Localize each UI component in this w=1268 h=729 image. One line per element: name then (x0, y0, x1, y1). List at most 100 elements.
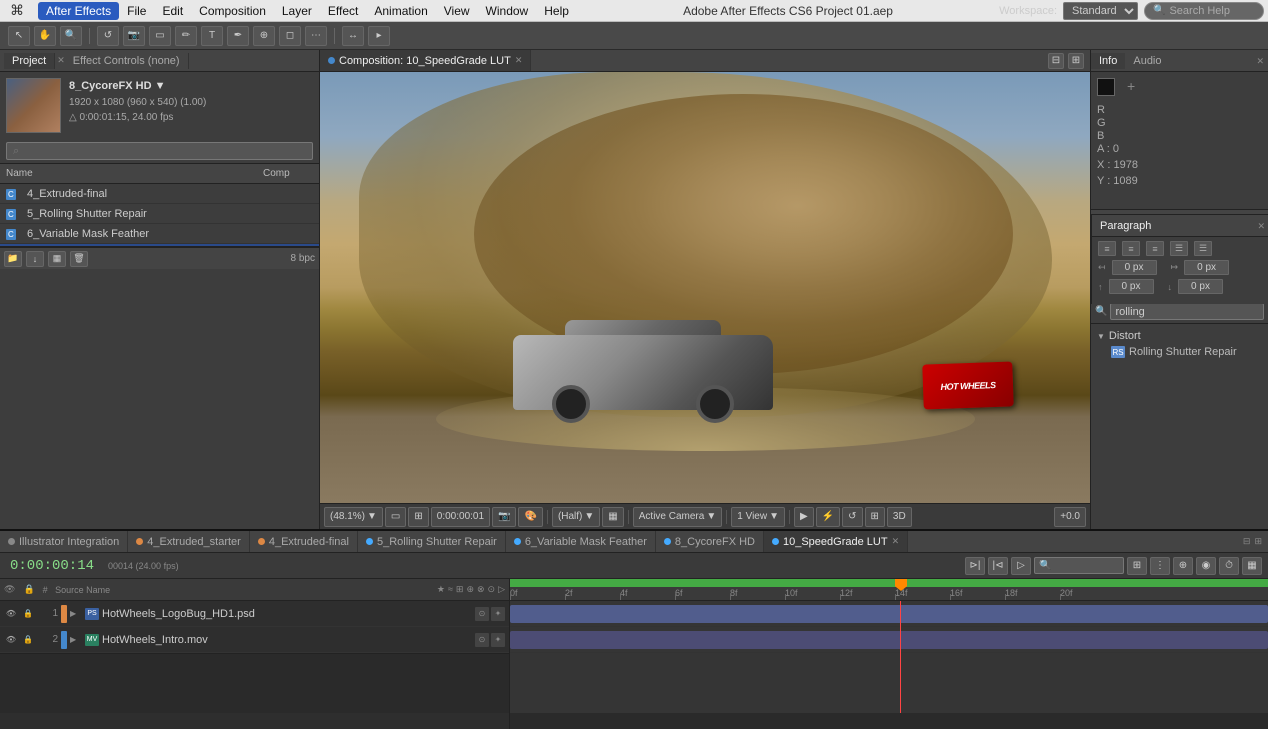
layer-solo[interactable]: ⊙ (475, 633, 489, 647)
vc-region-btn[interactable]: ▭ (385, 507, 406, 527)
menu-animation[interactable]: Animation (366, 2, 435, 20)
viewer-collapse-btn[interactable]: ⊟ (1048, 53, 1064, 69)
vc-timecode[interactable]: 0:00:00:01 (431, 507, 490, 527)
tab-effect-controls[interactable]: Effect Controls (none) (65, 53, 189, 69)
tool-brush[interactable]: ✒ (227, 26, 249, 46)
tl-btn-5[interactable]: ⋮ (1150, 557, 1170, 575)
tl-layer-search[interactable] (1034, 557, 1124, 574)
info-panel-close[interactable]: ✕ (1256, 56, 1264, 66)
para-align-left[interactable]: ≡ (1098, 241, 1116, 256)
menu-effect[interactable]: Effect (320, 2, 366, 20)
tab-info[interactable]: Info (1091, 53, 1125, 69)
timeline-tab[interactable]: 10_SpeedGrade LUT ✕ (764, 531, 908, 552)
delete-btn[interactable]: 🗑 (70, 251, 88, 267)
project-search-input[interactable] (6, 142, 313, 160)
vc-checkerboard[interactable]: ▦ (602, 507, 623, 527)
tool-eraser[interactable]: ◻ (279, 26, 301, 46)
timeline-tab[interactable]: 5_Rolling Shutter Repair (358, 531, 506, 552)
tool-camera[interactable]: 📷 (123, 26, 145, 46)
layer-visibility[interactable]: 👁 (4, 607, 18, 621)
para-space-before[interactable] (1109, 279, 1154, 294)
timeline-tab[interactable]: 4_Extruded-final (250, 531, 358, 552)
tab-project[interactable]: Project (4, 53, 55, 69)
tl-btn-2[interactable]: |⊲ (988, 557, 1008, 575)
para-align-right[interactable]: ≡ (1146, 241, 1164, 256)
vc-quality[interactable]: (Half) ▼ (552, 507, 600, 527)
vc-grid-btn[interactable]: ⊞ (408, 507, 428, 527)
para-justify[interactable]: ☰ (1170, 241, 1188, 256)
layer-switch[interactable]: ✦ (491, 607, 505, 621)
menu-composition[interactable]: Composition (191, 2, 274, 20)
timeline-tab[interactable]: 6_Variable Mask Feather (506, 531, 656, 552)
tl-btn-4[interactable]: ⊞ (1127, 557, 1147, 575)
layer-expand-btn[interactable]: ▶ (70, 635, 82, 644)
layer-solo[interactable]: ⊙ (475, 607, 489, 621)
layer-row[interactable]: 👁 🔒 2 ▶ MV HotWheels_Intro.mov ⊙ ✦ (0, 627, 509, 653)
new-folder-btn[interactable]: 📁 (4, 251, 22, 267)
vc-active-camera[interactable]: Active Camera ▼ (633, 507, 722, 527)
menu-view[interactable]: View (436, 2, 478, 20)
effects-distort-category[interactable]: ▼ Distort (1091, 328, 1268, 344)
tl-btn-8[interactable]: ⏱ (1219, 557, 1239, 575)
file-item[interactable]: C 4_Extruded-final (0, 184, 319, 204)
layer-lock[interactable]: 🔒 (21, 607, 35, 621)
comp-tab-active[interactable]: Composition: 10_SpeedGrade LUT ✕ (320, 50, 531, 71)
tab-audio[interactable]: Audio (1125, 53, 1169, 69)
para-indent-right[interactable] (1184, 260, 1229, 275)
layer-lock[interactable]: 🔒 (21, 633, 35, 647)
vc-color[interactable]: 🎨 (518, 507, 542, 527)
tool-3d[interactable]: ▸ (368, 26, 390, 46)
tool-text[interactable]: T (201, 26, 223, 46)
search-help-box[interactable]: 🔍 Search Help (1144, 2, 1264, 20)
tab-paragraph[interactable]: Paragraph (1092, 218, 1159, 234)
menu-window[interactable]: Window (478, 2, 537, 20)
workspace-dropdown[interactable]: Standard (1063, 2, 1138, 20)
vc-3d[interactable]: 3D (887, 507, 912, 527)
tl-btn-1[interactable]: ⊳| (965, 557, 985, 575)
timeline-bar-2[interactable] (510, 631, 1268, 649)
tool-select[interactable]: ↖ (8, 26, 30, 46)
tool-stamp[interactable]: ⊕ (253, 26, 275, 46)
layer-expand-btn[interactable]: ▶ (70, 609, 82, 618)
vc-layer-controls[interactable]: ⊞ (865, 507, 885, 527)
layer-switch[interactable]: ✦ (491, 633, 505, 647)
menu-file[interactable]: File (119, 2, 154, 20)
timeline-tab[interactable]: 8_CycoreFX HD (656, 531, 764, 552)
apple-menu[interactable]: ⌘ (4, 2, 30, 19)
new-comp-btn[interactable]: ▦ (48, 251, 66, 267)
effects-rolling-shutter-item[interactable]: RS Rolling Shutter Repair (1091, 344, 1268, 360)
tool-rotate[interactable]: ↺ (97, 26, 119, 46)
para-justify-all[interactable]: ☰ (1194, 241, 1212, 256)
vc-render-btn[interactable]: ▶ (794, 507, 814, 527)
viewer-popout-btn[interactable]: ⊞ (1068, 53, 1084, 69)
timeline-bar-1[interactable] (510, 605, 1268, 623)
tl-btn-3[interactable]: ▷ (1011, 557, 1031, 575)
file-item[interactable]: C 6_Variable Mask Feather (0, 224, 319, 244)
project-tab-close[interactable]: ✕ (57, 55, 65, 66)
vc-zoom[interactable]: (48.1%) ▼ (324, 507, 383, 527)
tl-tab-close[interactable]: ✕ (892, 536, 900, 547)
tool-puppet[interactable]: ⋯ (305, 26, 327, 46)
tl-btn-6[interactable]: ⊕ (1173, 557, 1193, 575)
menu-help[interactable]: Help (536, 2, 577, 20)
timeline-tab[interactable]: Illustrator Integration (0, 531, 128, 552)
para-space-after[interactable] (1178, 279, 1223, 294)
timeline-tab[interactable]: 4_Extruded_starter (128, 531, 250, 552)
layer-row[interactable]: 👁 🔒 1 ▶ PS HotWheels_LogoBug_HD1.psd ⊙ ✦ (0, 601, 509, 627)
tool-zoom[interactable]: 🔍 (60, 26, 82, 46)
para-panel-close[interactable]: ✕ (1257, 221, 1265, 231)
para-indent-left[interactable] (1112, 260, 1157, 275)
tl-btn-9[interactable]: ▦ (1242, 557, 1262, 575)
tool-hand[interactable]: ✋ (34, 26, 56, 46)
vc-snapshot[interactable]: 📷 (492, 507, 516, 527)
comp-tab-close[interactable]: ✕ (515, 55, 523, 66)
menu-layer[interactable]: Layer (274, 2, 320, 20)
tl-expand-btn[interactable]: ⊞ (1254, 536, 1262, 547)
para-align-center[interactable]: ≡ (1122, 241, 1140, 256)
tool-rect[interactable]: ▭ (149, 26, 171, 46)
vc-plus-offset[interactable]: +0.0 (1054, 507, 1086, 527)
tl-btn-7[interactable]: ◉ (1196, 557, 1216, 575)
menu-app-name[interactable]: After Effects (38, 2, 119, 20)
tool-snap[interactable]: ↔ (342, 26, 364, 46)
layer-visibility[interactable]: 👁 (4, 633, 18, 647)
